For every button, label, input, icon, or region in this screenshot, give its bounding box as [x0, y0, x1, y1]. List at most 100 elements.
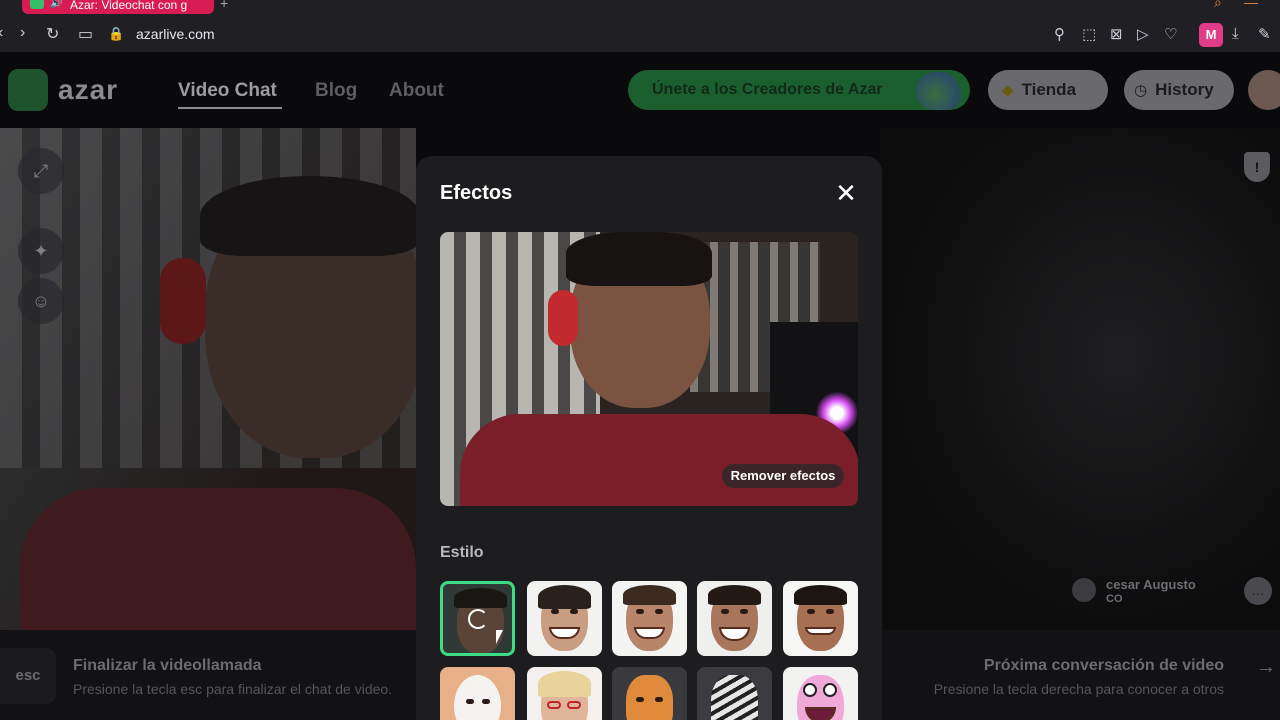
effect-hair	[538, 585, 591, 609]
screenshot-icon[interactable]: ⬚	[1082, 25, 1096, 43]
expand-icon[interactable]: ⤢	[18, 148, 64, 194]
address-bar-row: ‹ › ↻ ▭ 🔒 azarlive.com ⚲ ⬚ ⊠ ▷ ♡ M ⤓ ✎	[0, 20, 1280, 50]
esc-key-button[interactable]: esc	[0, 648, 56, 704]
effect-caricature-young-man[interactable]	[783, 581, 858, 656]
effect-caricature-man-smile[interactable]	[612, 581, 687, 656]
reload-icon[interactable]: ↻	[46, 24, 59, 44]
close-icon[interactable]: ✕	[832, 180, 860, 208]
tab-strip: 🔊 Azar: Videochat con g + ⌕ —	[0, 0, 1280, 14]
url-text[interactable]: azarlive.com	[136, 26, 215, 42]
play-icon[interactable]: ▷	[1137, 25, 1149, 43]
logo-text[interactable]: azar	[58, 74, 118, 106]
effect-eye	[655, 609, 663, 614]
effect-eye	[803, 683, 817, 697]
pin-icon[interactable]: ⚲	[1054, 25, 1065, 43]
effect-face	[538, 585, 591, 651]
effect-eye	[740, 609, 748, 614]
mouse-cursor-icon	[496, 630, 503, 644]
sparkle-effects-icon[interactable]: ✦	[18, 228, 64, 274]
creators-art-icon	[916, 72, 964, 110]
new-tab-icon[interactable]: +	[220, 0, 228, 11]
search-icon[interactable]: ⌕	[1214, 0, 1222, 11]
effect-blonde-woman-glasses[interactable]	[527, 667, 602, 720]
right-arrow-icon[interactable]: →	[1256, 656, 1280, 696]
effect-eye	[826, 609, 834, 614]
preview-hair	[566, 232, 712, 286]
effect-face	[454, 675, 501, 720]
effect-eye	[551, 609, 559, 614]
effect-hair	[623, 585, 676, 605]
effect-eye	[823, 683, 837, 697]
remote-video	[880, 128, 1280, 634]
history-button[interactable]: ◷ History	[1124, 70, 1234, 110]
shield-x-icon[interactable]: ⊠	[1110, 25, 1123, 43]
effect-hair	[708, 585, 761, 605]
remote-user-avatar	[1072, 578, 1096, 602]
history-label: History	[1155, 80, 1214, 99]
person-shirt	[20, 488, 416, 634]
face-filter-icon[interactable]: ☺	[18, 278, 64, 324]
clock-icon: ◷	[1134, 82, 1148, 99]
glasses-icon	[547, 701, 561, 709]
end-call-hint: Presione la tecla esc para finalizar el …	[73, 681, 393, 697]
end-call-title: Finalizar la videollamada	[73, 657, 262, 674]
effect-face	[626, 675, 673, 720]
effect-zebra[interactable]	[697, 667, 772, 720]
audio-playing-icon[interactable]: 🔊	[50, 0, 62, 9]
remote-user-country: CO	[1106, 593, 1123, 605]
next-chat-title: Próxima conversación de video	[983, 657, 1224, 674]
diamond-icon: ◆	[1002, 82, 1014, 99]
minimize-icon[interactable]: —	[1244, 0, 1258, 10]
effect-mouth	[719, 627, 750, 641]
user-avatar[interactable]	[1248, 70, 1280, 110]
preview-shirt	[460, 414, 858, 506]
effect-orange-cat[interactable]	[612, 667, 687, 720]
creators-cta-label: Únete a los Creadores de Azar	[652, 81, 883, 98]
effects-preview-video: Remover efectos	[440, 232, 858, 506]
effect-original[interactable]	[440, 581, 515, 656]
effect-mouth	[549, 627, 580, 639]
lock-icon[interactable]: 🔒	[108, 26, 124, 42]
preview-headphones	[548, 290, 578, 346]
ai-icon[interactable]: ✎	[1258, 25, 1271, 43]
effect-hair	[454, 588, 507, 608]
profile-badge[interactable]: M	[1199, 23, 1223, 47]
nav-blog[interactable]: Blog	[315, 80, 357, 102]
creators-cta-button[interactable]: Únete a los Creadores de Azar	[628, 70, 970, 110]
back-icon[interactable]: ‹	[0, 24, 3, 42]
nav-about[interactable]: About	[389, 80, 444, 102]
loading-spinner-icon	[468, 609, 488, 629]
report-shield-icon[interactable]: !	[1244, 152, 1270, 182]
effect-caricature-big-grin[interactable]	[697, 581, 772, 656]
glasses-icon	[567, 701, 581, 709]
effects-modal: Efectos ✕ Remover efectos Estilo	[416, 156, 882, 720]
download-icon[interactable]: ⤓	[1232, 25, 1239, 42]
effect-hair	[794, 585, 847, 605]
effect-mouth	[805, 707, 836, 720]
effect-face	[708, 585, 761, 651]
effect-face	[538, 671, 591, 720]
effect-caricature-woman[interactable]	[527, 581, 602, 656]
effects-grid	[440, 581, 860, 720]
effect-eye	[636, 697, 644, 702]
headphones	[160, 258, 206, 344]
store-label: Tienda	[1021, 80, 1077, 99]
remove-effects-button[interactable]: Remover efectos	[722, 464, 844, 488]
forward-icon[interactable]: ›	[20, 24, 25, 42]
effect-mouth	[805, 627, 836, 635]
camera-in-use-icon[interactable]: ▭	[78, 24, 93, 44]
effect-hair	[538, 671, 591, 697]
azar-logo-icon[interactable]	[8, 69, 48, 111]
store-button[interactable]: ◆ Tienda	[988, 70, 1108, 110]
chat-bubble-icon[interactable]: …	[1244, 577, 1272, 605]
browser-tab[interactable]: 🔊 Azar: Videochat con g	[22, 0, 214, 14]
local-video: ⤢ ✦ ☺	[0, 128, 416, 634]
effect-white-furry-pet[interactable]	[440, 667, 515, 720]
effect-eye	[655, 697, 663, 702]
nav-video-chat[interactable]: Video Chat	[178, 80, 277, 102]
effect-eye	[636, 609, 644, 614]
effect-eye	[482, 699, 490, 704]
tab-title: Azar: Videochat con g	[70, 0, 188, 12]
effect-cartoon-monster[interactable]	[783, 667, 858, 720]
heart-icon[interactable]: ♡	[1164, 25, 1177, 43]
